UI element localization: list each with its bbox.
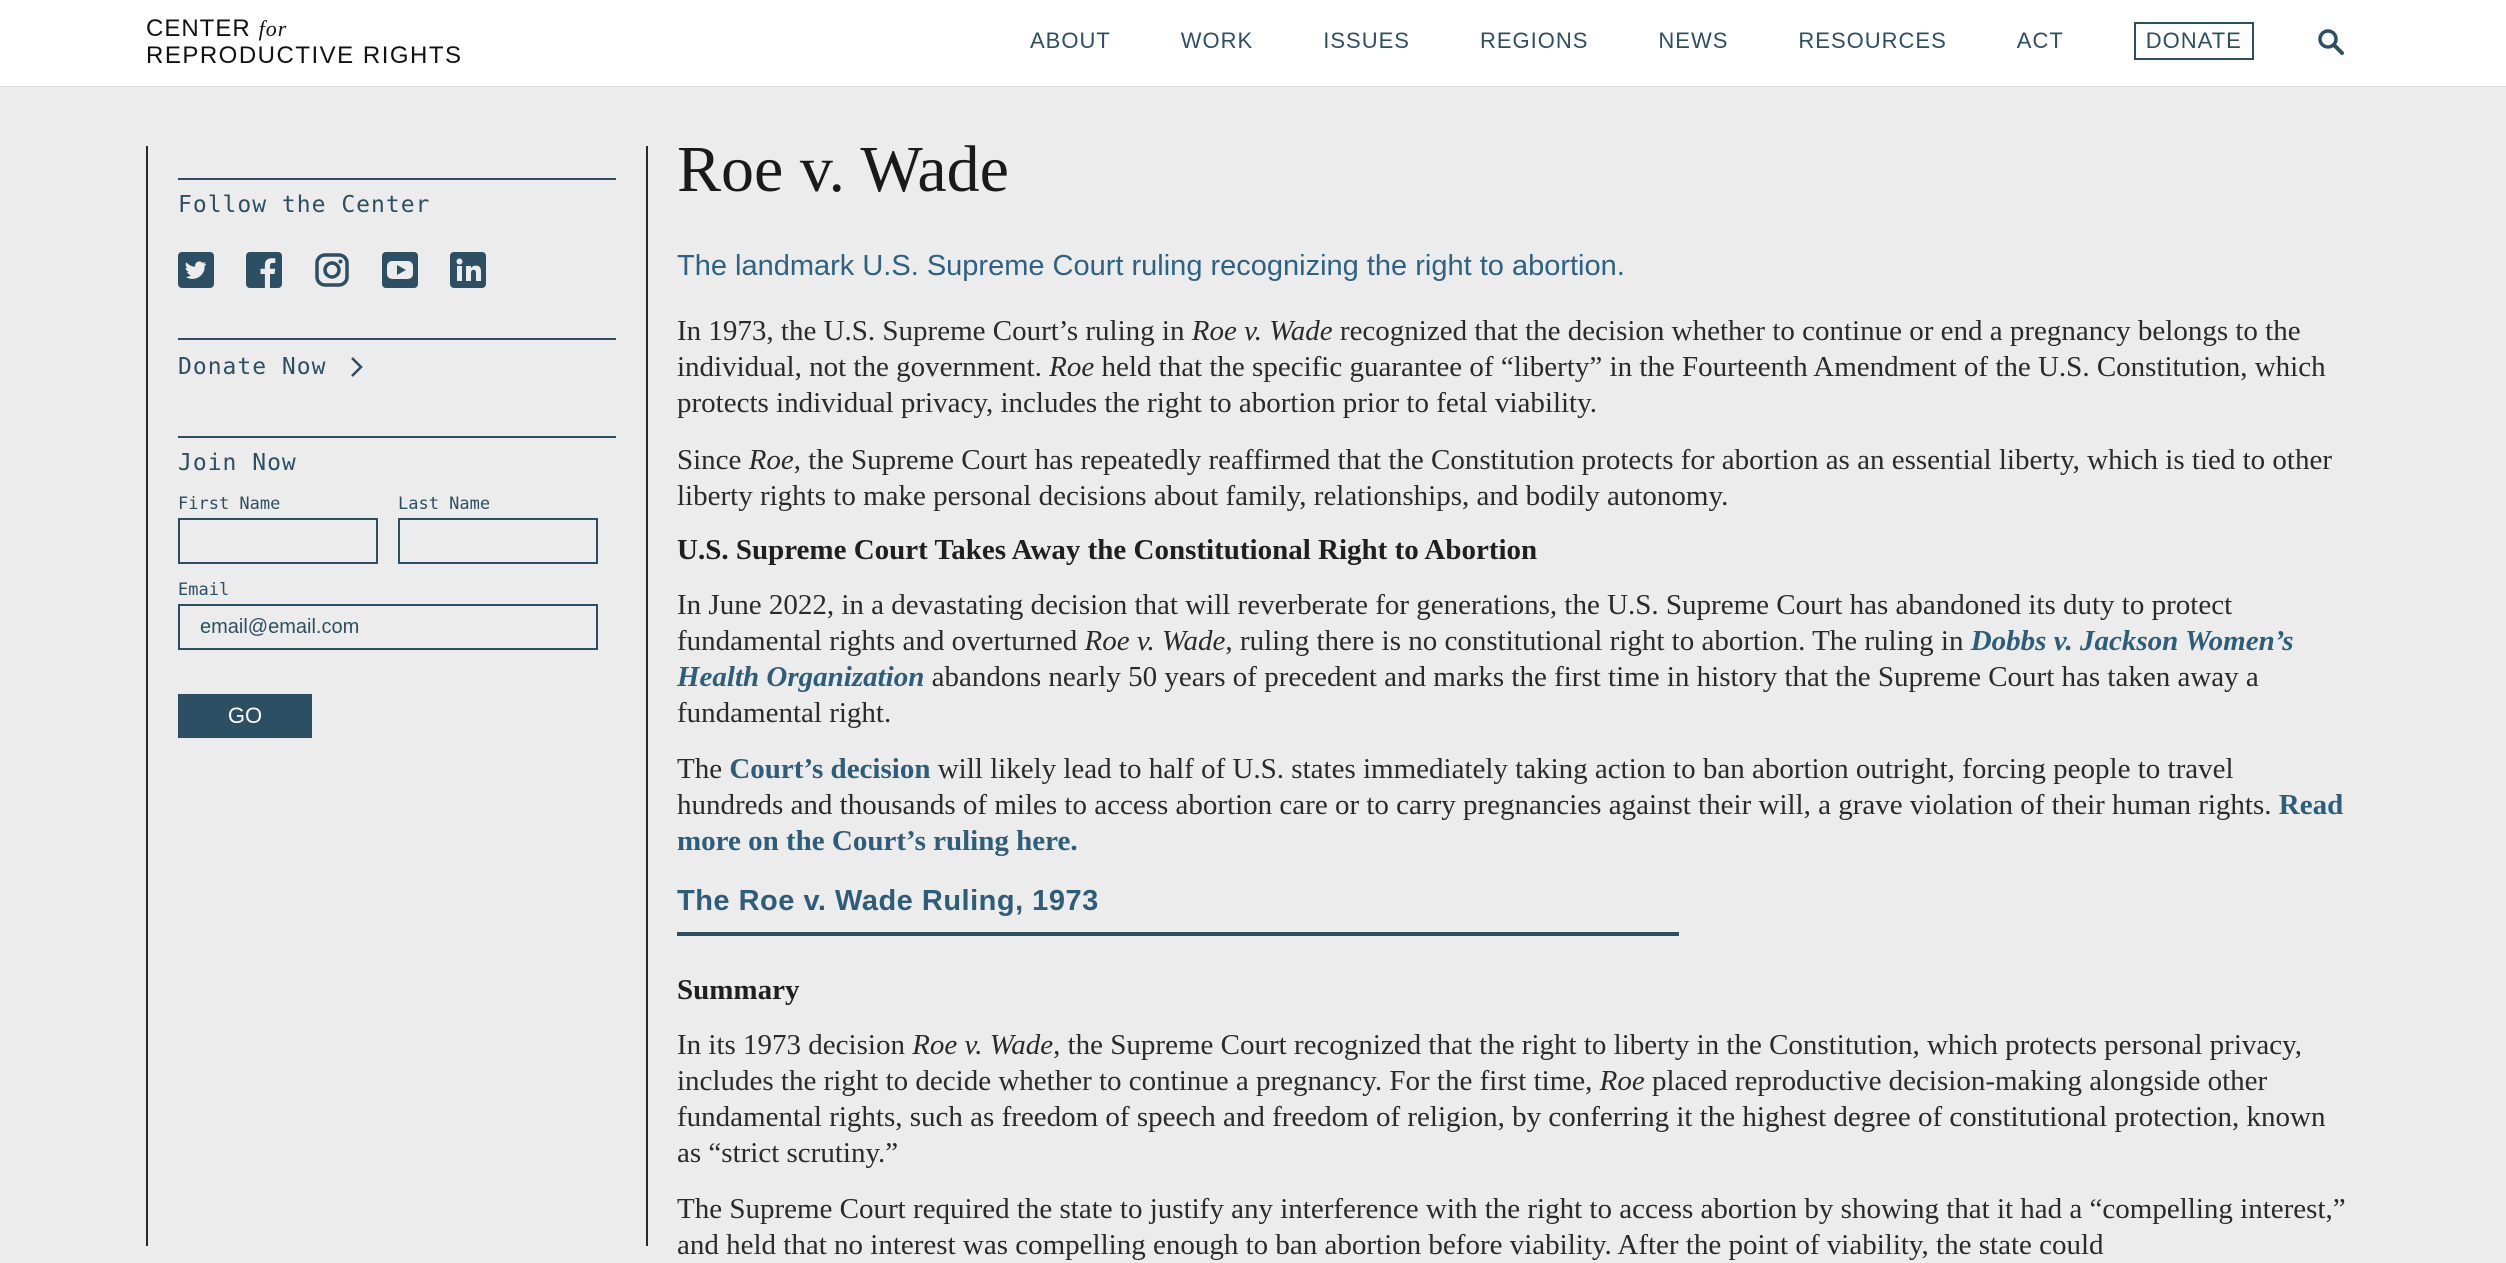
nav-act[interactable]: ACT	[2017, 26, 2064, 56]
tab-roe-ruling-1973[interactable]: The Roe v. Wade Ruling, 1973	[677, 885, 2347, 918]
logo-text-reproductive-rights: REPRODUCTIVE RIGHTS	[146, 42, 463, 69]
sidebar-right-border	[646, 146, 648, 1246]
summary-paragraph: In its 1973 decision Roe v. Wade, the Su…	[677, 1029, 2326, 1169]
email-label: Email	[178, 580, 230, 600]
nav-issues[interactable]: ISSUES	[1323, 26, 1410, 56]
nav-about[interactable]: ABOUT	[1030, 26, 1111, 56]
first-name-group: First Name	[178, 494, 378, 564]
summary-heading: Summary	[677, 974, 800, 1006]
social-links	[178, 252, 616, 288]
donate-now-label: Donate Now	[178, 354, 327, 380]
instagram-icon[interactable]	[314, 252, 350, 288]
main-content: Roe v. Wade The landmark U.S. Supreme Co…	[677, 128, 2347, 1263]
page-subtitle: The landmark U.S. Supreme Court ruling r…	[677, 250, 1625, 282]
sidebar-left-border	[146, 146, 148, 1246]
email-placeholder: email@email.com	[200, 615, 360, 638]
page-title: Roe v. Wade	[677, 133, 1009, 206]
first-name-label: First Name	[178, 494, 281, 514]
last-name-label: Last Name	[398, 494, 491, 514]
divider	[178, 436, 616, 438]
since-roe-paragraph: Since Roe, the Supreme Court has repeate…	[677, 444, 2332, 512]
logo-text-for: for	[258, 16, 288, 41]
section-heading-takes-away: U.S. Supreme Court Takes Away the Consti…	[677, 534, 1538, 566]
logo-text-center: CENTER	[146, 15, 251, 42]
twitter-icon[interactable]	[178, 252, 214, 288]
sidebar: Follow the Center Donate Now Join Now Fi…	[178, 178, 616, 738]
dobbs-paragraph: In June 2022, in a devastating decision …	[677, 589, 2294, 729]
compelling-interest-paragraph: The Supreme Court required the state to …	[677, 1193, 2346, 1261]
first-name-field[interactable]	[178, 518, 378, 564]
search-icon[interactable]	[2316, 27, 2346, 57]
donate-now-link[interactable]: Donate Now	[178, 354, 616, 380]
nav-resources[interactable]: RESOURCES	[1798, 26, 1946, 56]
ruling-tab[interactable]: The Roe v. Wade Ruling, 1973	[677, 885, 2347, 936]
court-decision-paragraph: The Court’s decision will likely lead to…	[677, 753, 2344, 857]
email-field[interactable]: email@email.com	[178, 604, 598, 650]
youtube-icon[interactable]	[382, 252, 418, 288]
facebook-icon[interactable]	[246, 252, 282, 288]
site-header: CENTER for REPRODUCTIVE RIGHTS ABOUT WORK…	[0, 0, 2506, 87]
last-name-field[interactable]	[398, 518, 598, 564]
join-heading: Join Now	[178, 450, 297, 476]
go-button[interactable]: GO	[178, 694, 312, 738]
follow-heading: Follow the Center	[178, 192, 431, 218]
tab-underline	[677, 932, 1679, 936]
name-fields-row: First Name Last Name	[178, 494, 616, 564]
nav-regions[interactable]: REGIONS	[1480, 26, 1588, 56]
main-nav: ABOUT WORK ISSUES REGIONS NEWS RESOURCES…	[1030, 22, 2254, 60]
court-decision-link[interactable]: Court’s decision	[729, 753, 930, 785]
divider	[178, 178, 616, 180]
intro-paragraph: In 1973, the U.S. Supreme Court’s ruling…	[677, 315, 2326, 419]
divider	[178, 338, 616, 340]
nav-news[interactable]: NEWS	[1658, 26, 1728, 56]
chevron-right-icon	[351, 357, 364, 377]
site-logo[interactable]: CENTER for REPRODUCTIVE RIGHTS	[146, 16, 463, 70]
nav-donate-button[interactable]: DONATE	[2133, 22, 2254, 60]
email-group: Email email@email.com	[178, 580, 616, 650]
linkedin-icon[interactable]	[450, 252, 486, 288]
last-name-group: Last Name	[398, 494, 598, 564]
nav-work[interactable]: WORK	[1181, 26, 1253, 56]
